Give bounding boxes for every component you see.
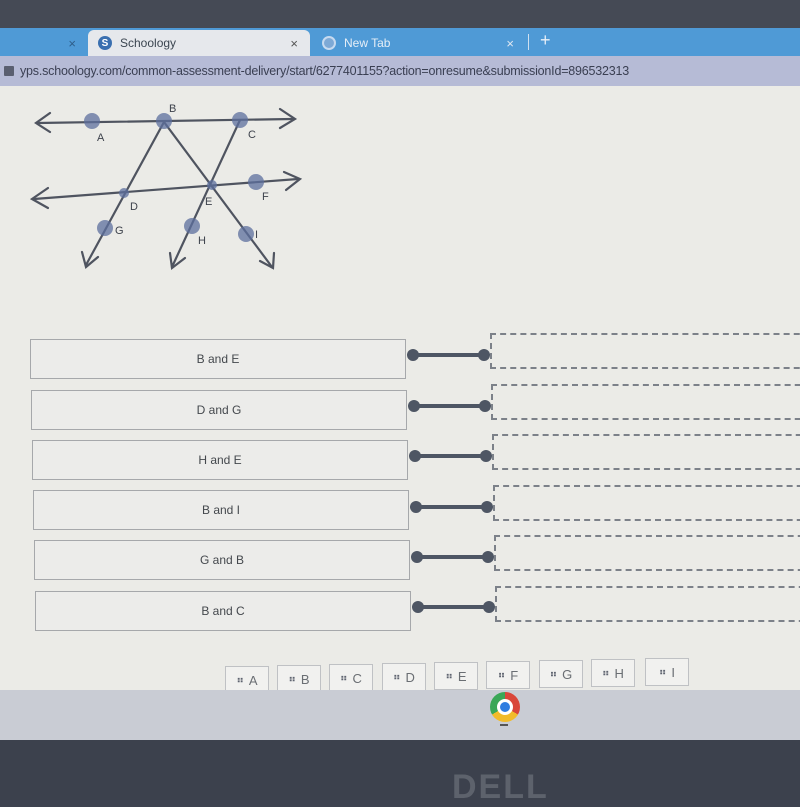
site-info-icon[interactable]: [4, 66, 14, 76]
answer-drop-zone[interactable]: [493, 485, 800, 521]
drag-handle-icon[interactable]: ⠶: [659, 667, 666, 678]
geometry-figure: A B C D E F G H I: [29, 103, 303, 271]
label-g: G: [115, 225, 124, 237]
address-bar[interactable]: yps.schoology.com/common-assessment-deli…: [0, 56, 800, 86]
point-f: [248, 174, 264, 190]
schoology-favicon-icon: S: [98, 36, 112, 50]
tab-schoology[interactable]: S Schoology ×: [88, 30, 310, 56]
answer-drop-zone[interactable]: [494, 535, 800, 571]
tab-title: New Tab: [344, 36, 391, 50]
label-h: H: [198, 235, 206, 247]
pair-prompt: H and E: [32, 440, 408, 480]
url-text[interactable]: yps.schoology.com/common-assessment-deli…: [20, 64, 629, 78]
point-d: [119, 188, 129, 198]
drag-handle-icon[interactable]: ⠶: [446, 671, 453, 682]
chip-label: B: [300, 671, 310, 687]
chip-label: D: [405, 669, 415, 685]
point-a: [84, 113, 100, 129]
screen-bezel-top: [0, 0, 800, 28]
label-d: D: [130, 201, 138, 213]
pair-prompt: D and G: [31, 390, 407, 430]
drag-handle-icon[interactable]: ⠶: [237, 675, 244, 686]
point-c: [232, 112, 248, 128]
answer-drop-zone[interactable]: [490, 333, 800, 369]
chip-label: C: [352, 670, 362, 686]
drag-handle-icon[interactable]: ⠶: [289, 674, 296, 685]
arrowhead-right-mid: [282, 170, 303, 192]
browser-tab-bar: × S Schoology × New Tab ×: [0, 28, 800, 56]
chrome-favicon-icon: [322, 36, 336, 50]
close-tab-icon[interactable]: ×: [68, 36, 76, 51]
connector-line: [412, 601, 495, 613]
app-running-indicator: [500, 724, 508, 726]
drag-handle-icon[interactable]: ⠶: [602, 668, 609, 679]
chip-label: I: [671, 664, 675, 680]
answer-drop-zone[interactable]: [491, 384, 800, 420]
connector-line: [411, 551, 494, 563]
label-f: F: [262, 191, 269, 203]
connector-line: [409, 450, 492, 462]
connector-line: [407, 349, 490, 361]
chrome-app-icon[interactable]: [490, 692, 520, 722]
pair-prompt: B and I: [33, 490, 409, 530]
chip-label: H: [614, 665, 624, 681]
answer-chip-i[interactable]: ⠶ I: [645, 658, 689, 686]
pair-prompt: B and E: [30, 339, 406, 379]
connector-line: [408, 400, 491, 412]
label-e: E: [205, 196, 212, 208]
chip-label: E: [457, 668, 467, 684]
point-e: [207, 180, 217, 190]
drag-handle-icon[interactable]: ⠶: [550, 669, 557, 680]
label-a: A: [97, 132, 105, 144]
chip-label: F: [510, 667, 519, 683]
connector-line: [410, 501, 493, 513]
answer-drop-zone[interactable]: [492, 434, 800, 470]
answer-chip-f[interactable]: ⠶ F: [486, 661, 530, 689]
answer-chip-d[interactable]: ⠶ D: [382, 663, 426, 691]
label-i: I: [255, 229, 258, 241]
drag-handle-icon[interactable]: ⠶: [340, 673, 347, 684]
pair-prompt: B and C: [35, 591, 411, 631]
point-h: [184, 218, 200, 234]
answer-chip-h[interactable]: ⠶ H: [591, 659, 635, 687]
tab-previous[interactable]: ×: [0, 30, 90, 56]
answer-chip-c[interactable]: ⠶ C: [329, 664, 373, 692]
label-b: B: [169, 103, 176, 115]
os-shelf: [0, 690, 800, 740]
new-tab-button[interactable]: +: [540, 30, 551, 51]
point-b: [156, 113, 172, 129]
chip-label: G: [562, 666, 573, 682]
drag-handle-icon[interactable]: ⠶: [498, 670, 505, 681]
tab-divider: [528, 34, 529, 50]
close-tab-icon[interactable]: ×: [290, 36, 298, 51]
close-tab-icon[interactable]: ×: [506, 36, 514, 51]
tab-title: Schoology: [120, 36, 177, 50]
drag-handle-icon[interactable]: ⠶: [393, 672, 400, 683]
answer-drop-zone[interactable]: [495, 586, 800, 622]
chip-label: A: [248, 672, 258, 688]
answer-chip-g[interactable]: ⠶ G: [539, 660, 583, 688]
line-bi: [162, 120, 274, 269]
label-c: C: [248, 129, 256, 141]
answer-chip-e[interactable]: ⠶ E: [434, 662, 478, 690]
tab-new-tab[interactable]: New Tab ×: [312, 30, 532, 56]
answer-choices: ⠶ A ⠶ B ⠶ C ⠶ D ⠶ E ⠶ F ⠶ G ⠶ H ⠶ I: [0, 650, 800, 694]
answer-chip-b[interactable]: ⠶ B: [277, 665, 321, 693]
pair-prompt: G and B: [34, 540, 410, 580]
dell-logo: DELL: [452, 768, 549, 806]
point-g: [97, 220, 113, 236]
screen-bezel-bottom: [0, 740, 800, 800]
line-ch: [170, 118, 242, 269]
point-i: [238, 226, 254, 242]
